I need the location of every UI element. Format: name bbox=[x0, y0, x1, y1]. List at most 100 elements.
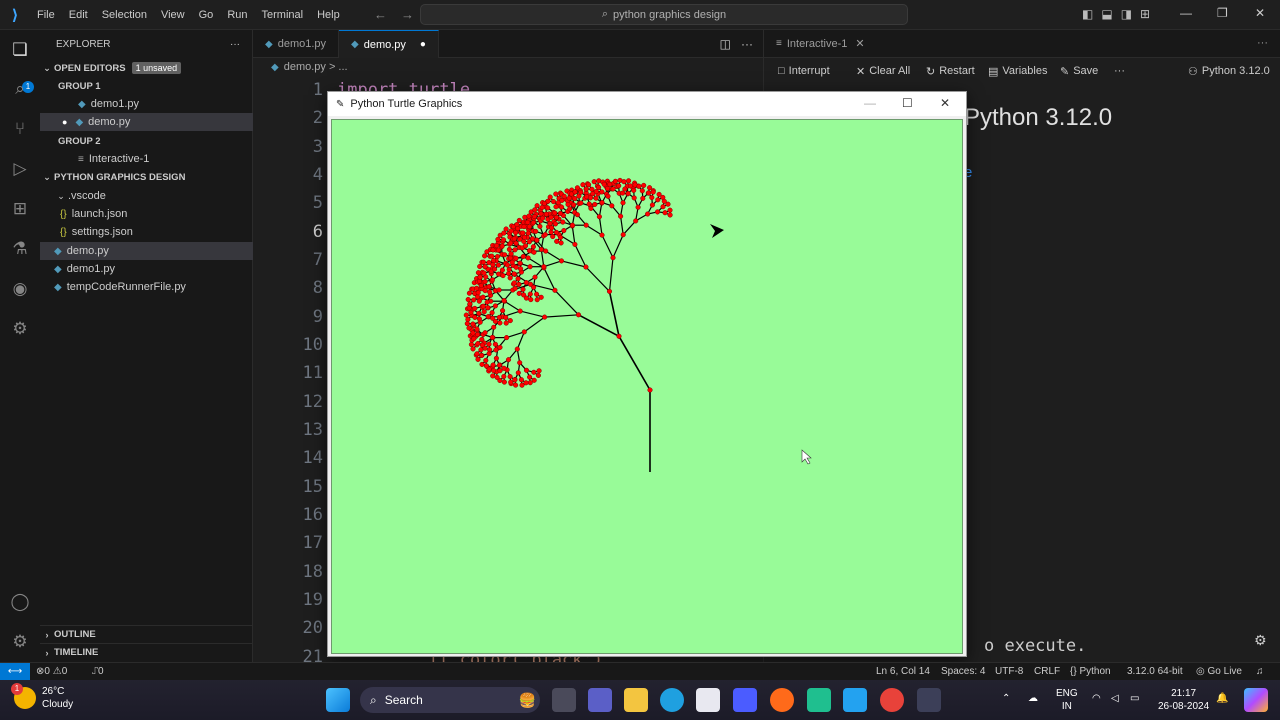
toolbar-more-icon[interactable]: ··· bbox=[1114, 65, 1125, 77]
open-editor-demo1[interactable]: ◆ demo1.py bbox=[40, 95, 253, 113]
save-button[interactable]: ✎ Save bbox=[1060, 65, 1098, 78]
teams-chat-icon[interactable] bbox=[588, 688, 612, 712]
restart-button[interactable]: ↻ Restart bbox=[926, 65, 975, 78]
split-editor-icon[interactable]: ◫ bbox=[720, 37, 731, 51]
python-interpreter[interactable]: 3.12.0 64-bit bbox=[1127, 666, 1183, 677]
source-control-icon[interactable]: ⑂ bbox=[8, 117, 32, 141]
close-icon[interactable]: ✕ bbox=[940, 96, 950, 110]
back-arrow-icon[interactable]: ← bbox=[374, 7, 387, 22]
open-editors-section[interactable]: ⌄ OPEN EDITORS 1 unsaved bbox=[40, 59, 253, 77]
remote-indicator-icon[interactable]: ⟷ bbox=[0, 662, 30, 681]
minimize-icon[interactable]: — bbox=[864, 96, 876, 110]
copilot-icon[interactable] bbox=[1244, 688, 1268, 712]
edge-browser-icon[interactable] bbox=[660, 688, 684, 712]
accounts-icon[interactable]: ◯ bbox=[8, 590, 32, 614]
ports-indicator[interactable]: ⑀0 bbox=[92, 666, 104, 677]
run-debug-icon[interactable]: ▷ bbox=[8, 157, 32, 181]
menu-view[interactable]: View bbox=[154, 9, 192, 21]
weather-widget[interactable]: 1 26°C Cloudy bbox=[11, 683, 73, 711]
taskbar-search[interactable]: ⌕ Search 🍔 bbox=[360, 687, 540, 713]
kernel-picker[interactable]: ⚇ Python 3.12.0 bbox=[1188, 65, 1270, 78]
file-explorer-icon[interactable] bbox=[624, 688, 648, 712]
file-settings-json[interactable]: {} settings.json bbox=[40, 223, 253, 241]
testing-icon[interactable]: ⚗ bbox=[8, 237, 32, 261]
clear-all-button[interactable]: ✕ Clear All bbox=[856, 65, 910, 78]
more-actions-icon[interactable]: ··· bbox=[1257, 37, 1268, 49]
more-actions-icon[interactable]: ··· bbox=[230, 39, 240, 50]
chrome-icon[interactable] bbox=[880, 688, 904, 712]
menu-edit[interactable]: Edit bbox=[62, 9, 95, 21]
notepad-app-icon[interactable] bbox=[733, 688, 757, 712]
volume-icon[interactable]: ◁ bbox=[1111, 692, 1119, 705]
python-turtle-taskbar-icon[interactable] bbox=[917, 688, 941, 712]
clock[interactable]: 21:17 26-08-2024 bbox=[1158, 687, 1209, 713]
menu-terminal[interactable]: Terminal bbox=[255, 9, 311, 21]
group-2-header[interactable]: GROUP 2 bbox=[40, 132, 253, 150]
settings-gear-icon[interactable]: ⚙ bbox=[1254, 632, 1267, 649]
open-editor-interactive[interactable]: ≡ Interactive-1 bbox=[40, 150, 253, 168]
close-icon[interactable]: ✕ bbox=[1255, 6, 1265, 20]
open-editor-demo[interactable]: ● ◆ demo.py bbox=[40, 113, 253, 131]
tab-demo1[interactable]: ◆ demo1.py bbox=[253, 30, 340, 58]
search-icon[interactable]: ⌕ bbox=[8, 77, 32, 101]
forward-arrow-icon[interactable]: → bbox=[401, 7, 414, 22]
vscode-taskbar-icon[interactable] bbox=[843, 688, 867, 712]
language-mode[interactable]: {} Python bbox=[1070, 666, 1111, 677]
notifications-bell-icon[interactable]: ♫ bbox=[1256, 666, 1264, 677]
input-hint[interactable]: o execute. bbox=[984, 636, 1086, 656]
turtle-window-titlebar[interactable]: ✎ Python Turtle Graphics — ☐ ✕ bbox=[328, 92, 966, 116]
windows-start-icon[interactable] bbox=[326, 688, 350, 712]
edge-devtools-icon[interactable]: ◉ bbox=[8, 277, 32, 301]
file-demo-py[interactable]: ◆ demo.py bbox=[40, 242, 253, 260]
encoding[interactable]: UTF-8 bbox=[995, 666, 1023, 677]
whatsapp-icon[interactable] bbox=[807, 688, 831, 712]
variables-button[interactable]: ▤ Variables bbox=[988, 65, 1047, 78]
tab-demo[interactable]: ◆ demo.py ● bbox=[339, 30, 439, 58]
python-icon[interactable]: ⚙ bbox=[8, 317, 32, 341]
customize-layout-icon[interactable]: ⊞ bbox=[1140, 7, 1150, 21]
minimize-icon[interactable]: — bbox=[1180, 6, 1192, 20]
cursor-position[interactable]: Ln 6, Col 14 bbox=[876, 666, 930, 677]
command-center-search[interactable]: ⌕ python graphics design bbox=[420, 4, 908, 25]
project-section[interactable]: ⌄ PYTHON GRAPHICS DESIGN bbox=[40, 168, 253, 186]
menu-run[interactable]: Run bbox=[220, 9, 254, 21]
indentation[interactable]: Spaces: 4 bbox=[941, 666, 985, 677]
menu-go[interactable]: Go bbox=[192, 9, 221, 21]
toggle-panel-icon[interactable]: ⬓ bbox=[1101, 7, 1112, 21]
folder-vscode[interactable]: ⌄ .vscode bbox=[40, 187, 253, 205]
line-ending[interactable]: CRLF bbox=[1034, 666, 1060, 677]
settings-gear-icon[interactable]: ⚙ bbox=[8, 630, 32, 654]
file-tempcoderunner-py[interactable]: ◆ tempCodeRunnerFile.py bbox=[40, 278, 253, 296]
maximize-icon[interactable]: ☐ bbox=[902, 96, 913, 110]
task-view-icon[interactable] bbox=[552, 688, 576, 712]
menu-file[interactable]: File bbox=[30, 9, 62, 21]
more-actions-icon[interactable]: ··· bbox=[741, 37, 753, 51]
toggle-secondary-sidebar-icon[interactable]: ◨ bbox=[1121, 7, 1132, 21]
tab-interactive[interactable]: Interactive-1 bbox=[787, 38, 848, 50]
group-1-header[interactable]: GROUP 1 bbox=[40, 77, 253, 95]
extensions-icon[interactable]: ⊞ bbox=[8, 197, 32, 221]
timeline-section[interactable]: › TIMELINE bbox=[40, 643, 253, 661]
turtle-canvas[interactable] bbox=[331, 119, 963, 654]
language-indicator[interactable]: ENG IN bbox=[1056, 687, 1078, 713]
wifi-icon[interactable]: ◠ bbox=[1092, 692, 1101, 705]
firefox-icon[interactable] bbox=[770, 688, 794, 712]
unsaved-dot-icon[interactable]: ● bbox=[420, 39, 426, 50]
file-launch-json[interactable]: {} launch.json bbox=[40, 205, 253, 223]
explorer-icon[interactable]: ❏ bbox=[8, 38, 32, 62]
battery-icon[interactable]: ▭ bbox=[1130, 692, 1139, 705]
show-hidden-icons[interactable]: ⌃ bbox=[1002, 692, 1010, 705]
maximize-icon[interactable]: ❐ bbox=[1217, 6, 1228, 20]
microsoft-store-icon[interactable] bbox=[696, 688, 720, 712]
interrupt-button[interactable]: □ Interrupt bbox=[778, 65, 830, 77]
breadcrumb[interactable]: ◆ demo.py > ... bbox=[253, 58, 763, 76]
problems-indicator[interactable]: ⊗0 ⚠0 bbox=[36, 666, 67, 677]
notification-bell-icon[interactable]: 🔔 bbox=[1216, 692, 1228, 705]
menu-help[interactable]: Help bbox=[310, 9, 347, 21]
cloud-icon[interactable]: ☁ bbox=[1028, 692, 1038, 705]
toggle-sidebar-icon[interactable]: ◧ bbox=[1082, 7, 1093, 21]
go-live-button[interactable]: ◎ Go Live bbox=[1196, 666, 1242, 677]
file-demo1-py[interactable]: ◆ demo1.py bbox=[40, 260, 253, 278]
menu-selection[interactable]: Selection bbox=[95, 9, 154, 21]
close-tab-icon[interactable]: ✕ bbox=[855, 37, 864, 50]
